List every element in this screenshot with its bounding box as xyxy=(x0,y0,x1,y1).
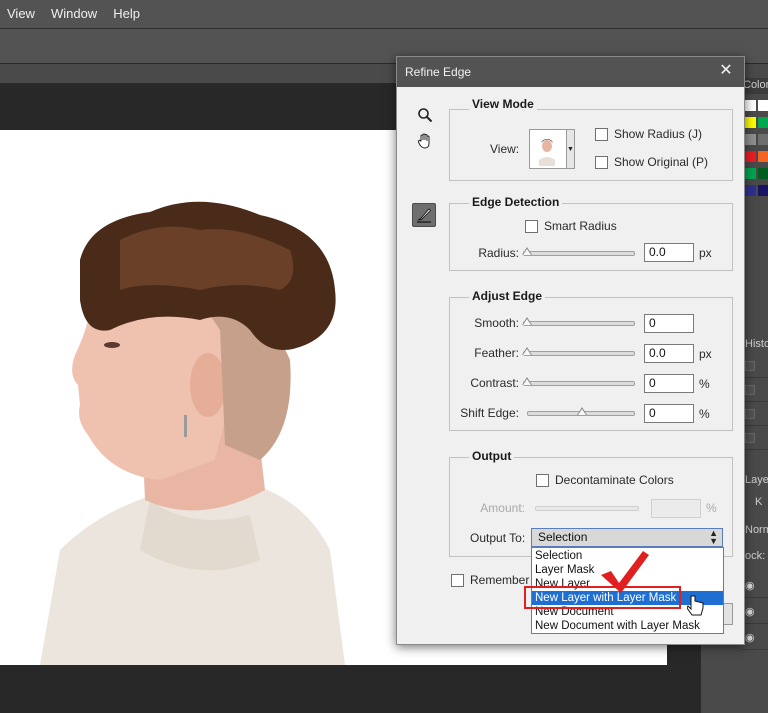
view-preview-icon xyxy=(539,139,555,166)
menu-view[interactable]: View xyxy=(0,0,43,28)
layer-row[interactable]: ◉ xyxy=(741,572,768,598)
eye-icon[interactable]: ◉ xyxy=(745,605,755,618)
contrast-unit: % xyxy=(699,377,710,391)
lock-label: ock: xyxy=(745,550,766,562)
smooth-label: Smooth: xyxy=(474,316,519,330)
menu-bar: View Window Help xyxy=(0,0,768,28)
swatch[interactable] xyxy=(758,100,768,111)
swatch[interactable] xyxy=(758,117,768,128)
output-to-value: Selection xyxy=(538,530,588,544)
eye-icon[interactable]: ◉ xyxy=(745,579,755,592)
contrast-input[interactable]: 0 xyxy=(644,374,694,393)
color-panel-tab[interactable]: Color xyxy=(741,78,768,94)
output-title: Output xyxy=(469,449,515,463)
layer-row[interactable]: ◉ xyxy=(741,598,768,624)
swatch[interactable] xyxy=(745,151,756,162)
radius-slider-thumb[interactable] xyxy=(522,247,532,255)
view-label: View: xyxy=(490,142,520,156)
magnifier-icon xyxy=(418,108,433,123)
amount-unit: % xyxy=(706,501,717,515)
radius-slider[interactable] xyxy=(522,247,635,256)
history-row[interactable] xyxy=(741,428,768,450)
feather-input[interactable]: 0.0 xyxy=(644,344,694,363)
decontaminate-label: Decontaminate Colors xyxy=(555,473,674,487)
smooth-slider-thumb[interactable] xyxy=(522,317,532,325)
smart-radius-checkbox[interactable] xyxy=(525,220,538,233)
eye-icon[interactable]: ◉ xyxy=(745,631,755,644)
swatch[interactable] xyxy=(758,134,768,145)
refine-radius-tool[interactable] xyxy=(412,203,436,227)
view-mode-dropdown-arrow[interactable]: ▼ xyxy=(566,129,575,169)
adjust-edge-title: Adjust Edge xyxy=(469,289,546,303)
zoom-tool[interactable] xyxy=(413,103,437,127)
hand-tool[interactable] xyxy=(413,129,437,153)
output-to-select[interactable]: Selection ▲ ▼ xyxy=(531,528,723,547)
dialog-titlebar[interactable]: Refine Edge ✕ xyxy=(397,57,744,87)
brush-icon xyxy=(417,208,432,223)
history-snapshot-box[interactable] xyxy=(745,409,755,419)
feather-slider[interactable] xyxy=(522,347,635,356)
swatch[interactable] xyxy=(745,117,756,128)
feather-slider-thumb[interactable] xyxy=(522,347,532,355)
layer-kind-filter[interactable]: K xyxy=(755,496,762,508)
contrast-label: Contrast: xyxy=(470,376,519,390)
swatch[interactable] xyxy=(745,100,756,111)
amount-input[interactable] xyxy=(651,499,701,518)
refine-edge-dialog: Refine Edge ✕ View Mode View: ▼ Show Rad… xyxy=(396,56,745,645)
smart-radius-label: Smart Radius xyxy=(544,219,617,233)
smooth-slider[interactable] xyxy=(522,317,635,326)
swatch[interactable] xyxy=(745,134,756,145)
show-original-checkbox[interactable] xyxy=(595,156,608,169)
swatch[interactable] xyxy=(758,151,768,162)
menu-help[interactable]: Help xyxy=(105,0,148,28)
layer-row[interactable]: ◉ xyxy=(741,624,768,650)
updown-arrows-icon: ▲ ▼ xyxy=(709,528,718,546)
history-row[interactable] xyxy=(741,404,768,426)
output-to-label: Output To: xyxy=(470,531,526,545)
swatch[interactable] xyxy=(745,185,756,196)
swatch[interactable] xyxy=(758,185,768,196)
shift-edge-input[interactable]: 0 xyxy=(644,404,694,423)
amount-slider[interactable] xyxy=(535,506,639,511)
layers-tab[interactable]: Layer xyxy=(745,474,768,486)
radius-input[interactable]: 0.0 xyxy=(644,243,694,262)
swatch[interactable] xyxy=(758,168,768,179)
feather-unit: px xyxy=(699,347,712,361)
swatch[interactable] xyxy=(745,168,756,179)
option-new-document-with-layer-mask[interactable]: New Document with Layer Mask xyxy=(532,619,723,633)
smooth-input[interactable]: 0 xyxy=(644,314,694,333)
edge-detection-title: Edge Detection xyxy=(469,195,563,209)
history-snapshot-box[interactable] xyxy=(745,361,755,371)
history-snapshot-box[interactable] xyxy=(745,385,755,395)
history-row[interactable] xyxy=(741,380,768,402)
hand-icon xyxy=(417,133,430,149)
color-tab-label: Color xyxy=(743,79,768,91)
amount-label: Amount: xyxy=(480,501,525,515)
shift-edge-label: Shift Edge: xyxy=(460,406,519,420)
show-radius-label: Show Radius (J) xyxy=(614,127,703,141)
shift-edge-unit: % xyxy=(699,407,710,421)
contrast-slider[interactable] xyxy=(522,377,635,386)
mouse-pointer-icon xyxy=(687,595,704,616)
shift-edge-slider[interactable] xyxy=(527,407,635,416)
history-snapshot-box[interactable] xyxy=(745,433,755,443)
history-tab[interactable]: Histo xyxy=(745,338,768,350)
feather-label: Feather: xyxy=(474,346,519,360)
contrast-slider-thumb[interactable] xyxy=(522,377,532,385)
show-radius-checkbox[interactable] xyxy=(595,128,608,141)
radius-unit: px xyxy=(699,246,712,260)
radius-label: Radius: xyxy=(478,246,519,260)
shift-edge-slider-thumb[interactable] xyxy=(577,407,587,415)
view-mode-title: View Mode xyxy=(469,97,537,111)
blend-mode-select[interactable]: Norm xyxy=(745,524,768,536)
checkmark-annotation-icon xyxy=(601,551,649,593)
decontaminate-checkbox[interactable] xyxy=(536,474,549,487)
history-row[interactable] xyxy=(741,356,768,378)
close-icon[interactable]: ✕ xyxy=(718,63,734,79)
dialog-title: Refine Edge xyxy=(405,65,472,79)
show-original-label: Show Original (P) xyxy=(614,155,709,169)
menu-window[interactable]: Window xyxy=(43,0,105,28)
remember-settings-checkbox[interactable] xyxy=(451,574,464,587)
